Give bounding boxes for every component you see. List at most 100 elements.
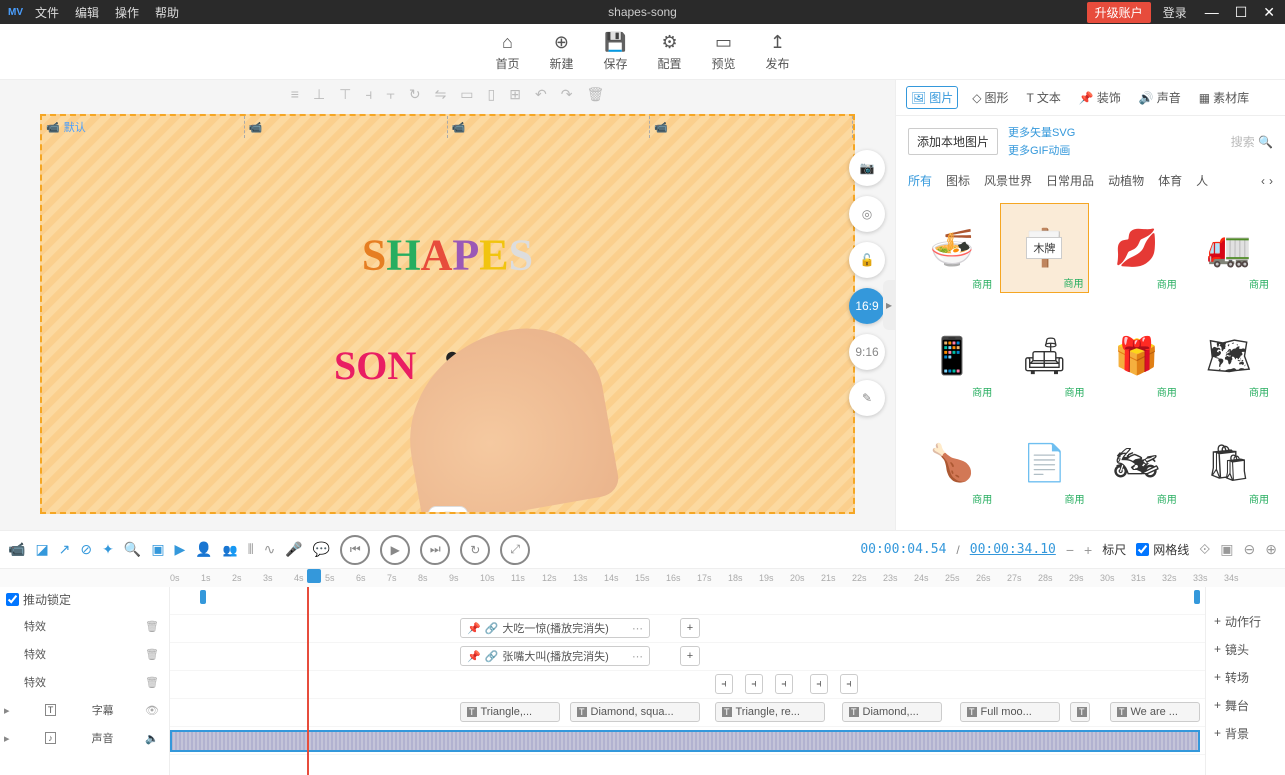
more-icon[interactable]: ⋯: [632, 622, 643, 635]
align-tool-icon[interactable]: ⫟: [386, 86, 394, 103]
align-tool-icon[interactable]: ⊥: [313, 86, 325, 103]
align-tool-icon[interactable]: ⊤: [339, 86, 351, 103]
track-action-icon[interactable]: 🗑: [145, 676, 159, 689]
close-button[interactable]: ✕: [1257, 4, 1281, 21]
search-input[interactable]: 搜索 🔍: [1085, 133, 1273, 150]
login-button[interactable]: 登录: [1155, 4, 1195, 21]
expand-icon[interactable]: ▸: [4, 732, 10, 745]
category-people[interactable]: 人: [1196, 172, 1208, 189]
fullscreen-button[interactable]: ⤢: [500, 535, 530, 565]
add-track-button[interactable]: +舞台: [1206, 691, 1285, 719]
scene-tab[interactable]: 📹: [650, 116, 853, 138]
loop-button[interactable]: ↻: [460, 535, 490, 565]
skip-forward-button[interactable]: ⏭: [420, 535, 450, 565]
loop-start-marker[interactable]: [200, 590, 206, 604]
skip-back-button[interactable]: ⏮: [340, 535, 370, 565]
scene-tab[interactable]: 📹: [448, 116, 651, 138]
config-button[interactable]: ⚙配置: [658, 32, 682, 72]
timeline-clip[interactable]: T: [1070, 702, 1090, 722]
collapse-handle[interactable]: ▾: [428, 506, 468, 514]
ratio-16-9-button[interactable]: 16:9: [849, 288, 885, 324]
category-daily[interactable]: 日常用品: [1046, 172, 1094, 189]
audio-clip[interactable]: [170, 730, 1200, 752]
minimize-button[interactable]: —: [1199, 4, 1225, 20]
timeline-clip[interactable]: TDiamond,...: [842, 702, 942, 722]
category-animals[interactable]: 动植物: [1108, 172, 1144, 189]
tool-icon[interactable]: ✦: [102, 541, 114, 558]
track-header[interactable]: 特效🗑: [0, 612, 169, 640]
timeline-clip[interactable]: TDiamond, squa...: [570, 702, 700, 722]
asset-item[interactable]: 🛋商用: [1000, 311, 1088, 401]
canvas-text-shapes[interactable]: SHAPES: [362, 229, 533, 280]
add-clip-button[interactable]: +: [680, 646, 700, 666]
publish-button[interactable]: ↥发布: [766, 32, 790, 72]
record-icon[interactable]: 📹: [8, 541, 25, 558]
category-icon[interactable]: 图标: [946, 172, 970, 189]
playhead[interactable]: [307, 569, 321, 583]
edit-tool-button[interactable]: ✎: [849, 380, 885, 416]
tab-image[interactable]: 🖼图片: [906, 86, 958, 109]
timeline-clip[interactable]: TTriangle, re...: [715, 702, 825, 722]
group-icon[interactable]: ⊞: [509, 86, 521, 103]
timeline-clip[interactable]: 📌🔗大吃一惊(播放完消失)⋯: [460, 618, 650, 638]
track-action-icon[interactable]: 🗑: [145, 648, 159, 661]
asset-item[interactable]: 🗺商用: [1185, 311, 1273, 401]
marker[interactable]: ⫞: [745, 674, 763, 694]
person-icon[interactable]: 👤: [195, 541, 212, 558]
zoom-in-icon[interactable]: ⊕: [1265, 541, 1277, 558]
asset-item[interactable]: 📄商用: [1000, 418, 1088, 508]
save-button[interactable]: 💾保存: [603, 32, 627, 72]
add-track-button[interactable]: +转场: [1206, 663, 1285, 691]
asset-item[interactable]: 💋商用: [1093, 203, 1181, 293]
asset-item[interactable]: 🍗商用: [908, 418, 996, 508]
track-header[interactable]: 特效🗑: [0, 640, 169, 668]
plus-icon[interactable]: +: [1084, 542, 1092, 558]
tool-icon[interactable]: ↗: [59, 541, 71, 558]
undo-icon[interactable]: ↶: [535, 86, 547, 103]
layer-icon[interactable]: ▭: [460, 86, 473, 103]
flip-icon[interactable]: ⇋: [435, 86, 447, 103]
menu-file[interactable]: 文件: [35, 4, 59, 21]
timeline-clip[interactable]: TTriangle,...: [460, 702, 560, 722]
asset-item[interactable]: 🍜商用: [908, 203, 996, 293]
menu-edit[interactable]: 编辑: [75, 4, 99, 21]
tool-icon[interactable]: ◪: [35, 541, 48, 558]
asset-item[interactable]: 🛍商用: [1185, 418, 1273, 508]
tool-icon[interactable]: ▣: [151, 541, 164, 558]
tab-sound[interactable]: 🔊声音: [1135, 86, 1185, 109]
canvas-stage[interactable]: 📹默认 📹 📹 📹 SHAPES SON ▾: [40, 114, 855, 514]
asset-item[interactable]: 🏍商用: [1093, 418, 1181, 508]
more-gif-link[interactable]: 更多GIF动画: [1008, 142, 1075, 158]
align-tool-icon[interactable]: ≡: [291, 86, 299, 102]
track-action-icon[interactable]: 🗑: [145, 620, 159, 633]
track-header[interactable]: 特效🗑: [0, 668, 169, 696]
timeline-clip[interactable]: TFull moo...: [960, 702, 1060, 722]
marker[interactable]: ⫞: [840, 674, 858, 694]
align-tool-icon[interactable]: ⫞: [365, 86, 372, 103]
layer-icon[interactable]: ▯: [488, 86, 496, 103]
preview-button[interactable]: ▭预览: [712, 32, 736, 72]
zoom-out-icon[interactable]: ⊖: [1244, 541, 1256, 558]
home-button[interactable]: ⌂首页: [495, 32, 519, 72]
lock-tool-button[interactable]: 🔓: [849, 242, 885, 278]
minus-icon[interactable]: −: [1066, 542, 1074, 558]
add-track-button[interactable]: +动作行: [1206, 607, 1285, 635]
menu-action[interactable]: 操作: [115, 4, 139, 21]
play-button[interactable]: ▶: [380, 535, 410, 565]
tab-decoration[interactable]: 📌装饰: [1075, 86, 1125, 109]
more-svg-link[interactable]: 更多矢量SVG: [1008, 124, 1075, 140]
delete-icon[interactable]: 🗑: [586, 86, 604, 103]
tab-library[interactable]: ▦素材库: [1195, 86, 1253, 109]
tab-shape[interactable]: ◇图形: [968, 86, 1012, 109]
mic-icon[interactable]: 🎤: [285, 541, 302, 558]
ratio-9-16-button[interactable]: 9:16: [849, 334, 885, 370]
category-all[interactable]: 所有: [908, 172, 932, 189]
add-track-button[interactable]: +镜头: [1206, 635, 1285, 663]
track-action-icon[interactable]: 🔈: [145, 732, 159, 745]
marker[interactable]: ⫞: [810, 674, 828, 694]
asset-item[interactable]: 🎁商用: [1093, 311, 1181, 401]
asset-item[interactable]: 🚛商用: [1185, 203, 1273, 293]
panel-expander[interactable]: ▸: [883, 280, 895, 330]
tool-icon[interactable]: ⟐: [1199, 541, 1210, 558]
asset-item[interactable]: 📱商用: [908, 311, 996, 401]
